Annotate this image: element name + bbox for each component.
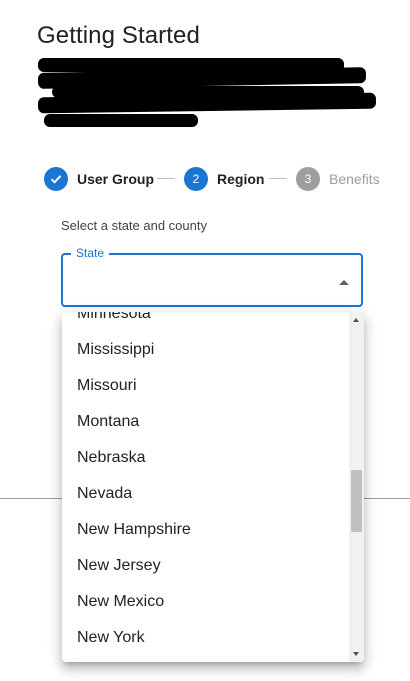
step-number-badge: 3 xyxy=(296,167,320,191)
state-option[interactable]: New Mexico xyxy=(62,584,350,620)
page-title: Getting Started xyxy=(37,22,200,49)
check-icon xyxy=(44,167,68,191)
scroll-down-arrow-icon[interactable] xyxy=(353,652,359,656)
state-option[interactable]: New Jersey xyxy=(62,548,350,584)
state-option[interactable]: Mississippi xyxy=(62,332,350,368)
state-option[interactable]: New York xyxy=(62,620,350,656)
region-hint: Select a state and county xyxy=(61,218,207,233)
step-connector xyxy=(269,178,287,179)
step-connector xyxy=(157,178,175,179)
step-label: User Group xyxy=(77,171,155,187)
state-option[interactable]: Montana xyxy=(62,404,350,440)
state-dropdown-menu[interactable]: Minnesota Mississippi Missouri Montana N… xyxy=(62,312,364,662)
progress-stepper: User Group 2 Region 3 Benefits xyxy=(44,166,394,194)
state-option[interactable]: Minnesota xyxy=(62,312,350,332)
step-label: Benefits xyxy=(329,171,380,187)
step-region[interactable]: 2 Region xyxy=(184,166,264,192)
scroll-up-arrow-icon[interactable] xyxy=(353,318,359,322)
dropdown-arrow-icon[interactable] xyxy=(339,280,349,285)
step-number-badge: 2 xyxy=(184,167,208,191)
state-option-list: Minnesota Mississippi Missouri Montana N… xyxy=(62,312,350,656)
state-option[interactable]: Nebraska xyxy=(62,440,350,476)
state-option[interactable]: Missouri xyxy=(62,368,350,404)
step-user-group[interactable]: User Group xyxy=(44,166,154,192)
state-select-label: State xyxy=(71,246,110,260)
state-select[interactable]: State xyxy=(61,246,363,307)
menu-scrollbar[interactable] xyxy=(349,312,364,662)
state-option[interactable]: Nevada xyxy=(62,476,350,512)
step-benefits[interactable]: 3 Benefits xyxy=(296,166,380,192)
state-option[interactable]: New Hampshire xyxy=(62,512,350,548)
scrollbar-thumb[interactable] xyxy=(351,470,362,532)
step-label: Region xyxy=(217,171,265,187)
